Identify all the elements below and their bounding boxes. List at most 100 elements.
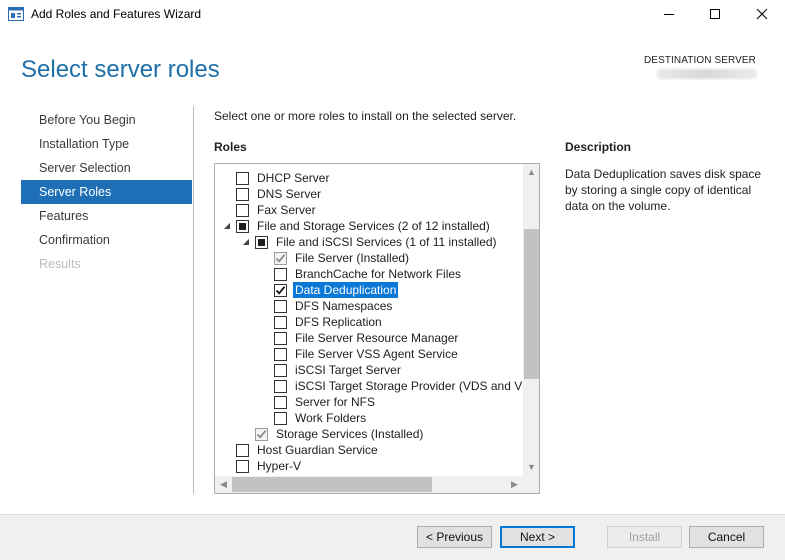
role-checkbox[interactable]: [274, 268, 287, 281]
minimize-icon: [663, 8, 675, 23]
vertical-scroll-thumb[interactable]: [524, 229, 539, 379]
horizontal-scrollbar[interactable]: ◀ ▶: [215, 476, 523, 493]
expand-collapse-icon[interactable]: ◢: [222, 218, 232, 234]
maximize-button[interactable]: [692, 0, 738, 30]
roles-tree-list: DHCP Server DNS Server Fax Server ◢ File and…: [215, 164, 523, 476]
role-row[interactable]: Storage Services (Installed): [215, 426, 523, 442]
role-checkbox[interactable]: [274, 412, 287, 425]
role-row[interactable]: DHCP Server: [215, 170, 523, 186]
role-checkbox[interactable]: [236, 444, 249, 457]
role-checkbox[interactable]: [274, 316, 287, 329]
role-row[interactable]: DFS Replication: [215, 314, 523, 330]
role-checkbox: [255, 428, 268, 441]
role-row[interactable]: Fax Server: [215, 202, 523, 218]
role-checkbox[interactable]: [236, 204, 249, 217]
roles-heading: Roles: [214, 140, 247, 154]
nav-item-server-roles[interactable]: Server Roles: [21, 180, 192, 204]
role-row[interactable]: File Server Resource Manager: [215, 330, 523, 346]
role-row[interactable]: Hyper-V: [215, 458, 523, 474]
role-checkbox[interactable]: [236, 460, 249, 473]
install-button[interactable]: Install: [607, 526, 682, 548]
nav-item-before-you-begin[interactable]: Before You Begin: [21, 108, 192, 132]
roles-tree[interactable]: DHCP Server DNS Server Fax Server ◢ File and…: [214, 163, 540, 494]
maximize-icon: [709, 8, 721, 23]
role-row[interactable]: iSCSI Target Storage Provider (VDS and V…: [215, 378, 523, 394]
role-checkbox[interactable]: [274, 380, 287, 393]
scroll-left-icon[interactable]: ◀: [215, 476, 232, 493]
role-checkbox[interactable]: [274, 396, 287, 409]
role-row[interactable]: Server for NFS: [215, 394, 523, 410]
instruction-text: Select one or more roles to install on t…: [214, 109, 517, 123]
role-label: Storage Services (Installed): [276, 427, 424, 441]
role-row[interactable]: ◢ File and iSCSI Services (1 of 11 instal…: [215, 234, 523, 250]
role-label: File Server (Installed): [295, 251, 410, 265]
scroll-up-icon[interactable]: ▲: [523, 164, 539, 181]
role-row[interactable]: ◢ File and Storage Services (2 of 12 inst…: [215, 218, 523, 234]
close-button[interactable]: [739, 0, 785, 30]
role-checkbox[interactable]: [236, 188, 249, 201]
nav-item-installation-type[interactable]: Installation Type: [21, 132, 192, 156]
role-label: DFS Namespaces: [295, 299, 393, 313]
role-label: DFS Replication: [295, 315, 382, 329]
role-label: File and iSCSI Services (1 of 11 install…: [276, 235, 497, 249]
title-bar: Add Roles and Features Wizard: [0, 0, 785, 30]
description-heading: Description: [565, 140, 632, 154]
previous-button[interactable]: < Previous: [417, 526, 492, 548]
role-row[interactable]: BranchCache for Network Files: [215, 266, 523, 282]
role-checkbox[interactable]: [274, 364, 287, 377]
role-label: Hyper-V: [257, 459, 302, 473]
scroll-right-icon[interactable]: ▶: [506, 476, 523, 493]
role-label: Host Guardian Service: [257, 443, 378, 457]
role-row[interactable]: Data Deduplication: [215, 282, 523, 298]
role-label: iSCSI Target Server: [295, 363, 401, 377]
nav-divider: [193, 106, 194, 494]
role-checkbox[interactable]: [274, 348, 287, 361]
scroll-down-icon[interactable]: ▼: [523, 459, 539, 476]
minimize-button[interactable]: [646, 0, 692, 30]
wizard-footer: < Previous Next > Install Cancel: [0, 514, 785, 560]
role-label: File Server Resource Manager: [295, 331, 459, 345]
role-row[interactable]: DFS Namespaces: [215, 298, 523, 314]
role-label: File Server VSS Agent Service: [295, 347, 458, 361]
expand-collapse-icon[interactable]: ◢: [241, 234, 251, 250]
wizard-steps-nav: Before You Begin Installation Type Server …: [21, 108, 192, 276]
role-checkbox[interactable]: [274, 284, 287, 297]
description-text: Data Deduplication saves disk space by s…: [565, 167, 762, 213]
vertical-scrollbar[interactable]: ▲ ▼: [523, 164, 539, 476]
page-title: Select server roles: [21, 56, 220, 83]
role-label: Data Deduplication: [293, 282, 399, 298]
cancel-button[interactable]: Cancel: [689, 526, 764, 548]
role-row[interactable]: Host Guardian Service: [215, 442, 523, 458]
role-checkbox[interactable]: [236, 220, 249, 233]
role-label: BranchCache for Network Files: [295, 267, 462, 281]
role-label: iSCSI Target Storage Provider (VDS and V…: [295, 379, 523, 393]
server-manager-icon: [8, 7, 24, 21]
horizontal-scroll-thumb[interactable]: [232, 477, 432, 492]
role-label: Server for NFS: [295, 395, 376, 409]
role-row[interactable]: iSCSI Target Server: [215, 362, 523, 378]
destination-server-value-redacted: [657, 69, 757, 79]
role-row[interactable]: DNS Server: [215, 186, 523, 202]
role-checkbox[interactable]: [274, 332, 287, 345]
role-row[interactable]: Work Folders: [215, 410, 523, 426]
close-icon: [756, 8, 768, 23]
role-label: Fax Server: [257, 203, 316, 217]
role-checkbox[interactable]: [236, 172, 249, 185]
window-title: Add Roles and Features Wizard: [31, 7, 202, 21]
role-checkbox: [274, 252, 287, 265]
role-row[interactable]: File Server VSS Agent Service: [215, 346, 523, 362]
scrollbar-corner: [523, 476, 539, 493]
next-button[interactable]: Next >: [500, 526, 575, 548]
nav-item-confirmation[interactable]: Confirmation: [21, 228, 192, 252]
role-label: DNS Server: [257, 187, 322, 201]
nav-item-results: Results: [39, 257, 81, 271]
role-checkbox[interactable]: [274, 300, 287, 313]
role-row[interactable]: File Server (Installed): [215, 250, 523, 266]
wizard-header: Select server roles DESTINATION SERVER: [0, 30, 785, 94]
nav-item-features[interactable]: Features: [21, 204, 192, 228]
nav-item-server-selection[interactable]: Server Selection: [21, 156, 192, 180]
role-checkbox[interactable]: [255, 236, 268, 249]
role-label: Work Folders: [295, 411, 367, 425]
role-label: DHCP Server: [257, 171, 330, 185]
role-label: File and Storage Services (2 of 12 insta…: [257, 219, 490, 233]
